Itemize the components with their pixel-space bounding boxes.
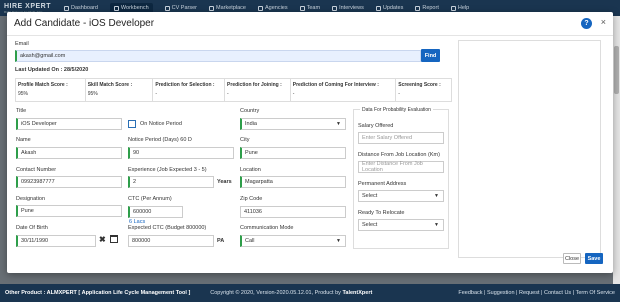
- email-input[interactable]: akash@gmail.com: [15, 50, 421, 62]
- relocate-label: Ready To Relocate: [358, 210, 405, 216]
- nav-marketplace[interactable]: Marketplace: [209, 5, 246, 11]
- notice-days-input[interactable]: 90: [128, 147, 234, 159]
- cv-parser-icon: [164, 5, 170, 11]
- contact-label: Contact Number: [16, 167, 57, 173]
- score-skill-match: Skill Match Score :95%: [86, 79, 154, 101]
- notice-days-label: Notice Period (Days) 60 D: [128, 137, 192, 143]
- preview-panel: [458, 40, 601, 258]
- score-joining: Prediction for Joining :-: [225, 79, 291, 101]
- workbench-icon: [113, 5, 119, 11]
- experience-input[interactable]: 2: [128, 176, 214, 188]
- score-summary: Profile Match Score :95% Skill Match Sco…: [15, 78, 452, 102]
- save-button[interactable]: Save: [585, 253, 603, 264]
- nav-agencies[interactable]: Agencies: [257, 5, 288, 11]
- chevron-down-icon: ▼: [336, 121, 341, 127]
- expected-ctc-input[interactable]: 800000: [128, 235, 214, 247]
- close-button[interactable]: Close: [563, 253, 581, 264]
- score-interview: Prediction of Coming For Interview :-: [291, 79, 397, 101]
- nav-updates[interactable]: Updates: [375, 5, 403, 11]
- scrollbar-thumb[interactable]: [614, 46, 619, 94]
- score-screening: Screening Score :-: [398, 82, 441, 97]
- name-label: Name: [16, 137, 31, 143]
- contact-input[interactable]: 09923987777: [16, 176, 122, 188]
- ctc-input[interactable]: 600000: [128, 206, 183, 218]
- salary-offered-label: Salary Offered: [358, 123, 394, 129]
- modal-title: Add Candidate - iOS Developer: [14, 18, 155, 29]
- dob-label: Date Of Birth: [16, 225, 48, 231]
- title-label: Title: [16, 108, 27, 114]
- country-select[interactable]: India ▼: [240, 118, 346, 130]
- comm-mode-label: Communication Mode: [240, 225, 294, 231]
- page-scrollbar[interactable]: [613, 16, 620, 284]
- copyright: Copyright © 2020, Version-2020.05.12.01,…: [210, 290, 373, 296]
- help-icon[interactable]: ?: [581, 18, 592, 29]
- dob-input[interactable]: 30/11/1990: [16, 235, 96, 247]
- nav-team[interactable]: Team: [299, 5, 320, 11]
- help-icon: [450, 5, 456, 11]
- designation-input[interactable]: Pune: [16, 205, 122, 217]
- zip-label: Zip Code: [240, 196, 263, 202]
- team-icon: [299, 5, 305, 11]
- probability-panel-title: Data For Probability Evaluation: [360, 107, 433, 113]
- score-profile-match: Profile Match Score :95%: [16, 79, 86, 101]
- nav-report[interactable]: Report: [415, 5, 439, 11]
- clear-date-icon[interactable]: ✖: [99, 235, 106, 244]
- distance-label: Distance From Job Location (Km): [358, 152, 440, 158]
- expected-ctc-unit: PA: [217, 238, 225, 244]
- distance-input[interactable]: Enter Distance From Job Location: [358, 161, 444, 173]
- relocate-select[interactable]: Select ▼: [358, 219, 444, 231]
- city-input[interactable]: Pune: [240, 147, 346, 159]
- chevron-down-icon: ▼: [434, 222, 439, 228]
- probability-evaluation-panel: Data For Probability Evaluation Salary O…: [353, 107, 449, 249]
- expected-ctc-label: Expected CTC (Budget 800000): [128, 225, 207, 231]
- salary-offered-input[interactable]: Enter Salary Offered: [358, 132, 444, 144]
- nav-help[interactable]: Help: [450, 5, 469, 11]
- modal-header: Add Candidate - iOS Developer ? ×: [7, 12, 613, 36]
- comm-mode-select[interactable]: Call ▼: [240, 235, 346, 247]
- location-input[interactable]: Magarpatta: [240, 176, 346, 188]
- notice-period-checkbox[interactable]: [128, 120, 136, 128]
- interviews-icon: [332, 5, 338, 11]
- find-button[interactable]: Find: [421, 49, 440, 62]
- footer-links[interactable]: Feedback | Suggestion | Request | Contac…: [458, 290, 615, 296]
- zip-input[interactable]: 411036: [240, 206, 346, 218]
- notice-period-toggle[interactable]: On Notice Period: [128, 120, 182, 128]
- report-icon: [415, 5, 421, 11]
- chevron-down-icon: ▼: [434, 193, 439, 199]
- nav-cv-parser[interactable]: CV Parser: [164, 5, 197, 11]
- calendar-icon[interactable]: [110, 235, 118, 243]
- title-input[interactable]: iOS Developer: [16, 118, 122, 130]
- ctc-label: CTC (Per Annum): [128, 196, 172, 202]
- email-label: Email: [15, 41, 29, 47]
- agencies-icon: [257, 5, 263, 11]
- chevron-down-icon: ▼: [336, 238, 341, 244]
- name-input[interactable]: Akash: [16, 147, 122, 159]
- score-selection: Prediction for Selection :-: [153, 79, 226, 101]
- permanent-address-label: Permanent Address: [358, 181, 407, 187]
- updates-icon: [375, 5, 381, 11]
- dashboard-icon: [64, 5, 69, 11]
- location-label: Location: [240, 167, 261, 173]
- permanent-address-select[interactable]: Select ▼: [358, 190, 444, 202]
- experience-label: Experience (Job Expected 3 - 5): [128, 167, 207, 173]
- close-icon[interactable]: ×: [601, 17, 606, 27]
- notice-period-checkbox-label: On Notice Period: [140, 121, 182, 127]
- add-candidate-modal: Add Candidate - iOS Developer ? × Email …: [7, 12, 613, 273]
- city-label: City: [240, 137, 250, 143]
- nav-dashboard[interactable]: Dashboard: [64, 5, 98, 11]
- marketplace-icon: [209, 5, 215, 11]
- nav-interviews[interactable]: Interviews: [332, 5, 364, 11]
- footer: Other Product : ALMXPERT [ Application L…: [0, 284, 620, 302]
- country-label: Country: [240, 108, 260, 114]
- experience-unit: Years: [217, 179, 232, 185]
- other-product-link[interactable]: Other Product : ALMXPERT [ Application L…: [5, 290, 190, 296]
- last-updated: Last Updated On : 28/5/2020: [15, 67, 89, 73]
- designation-label: Designation: [16, 196, 46, 202]
